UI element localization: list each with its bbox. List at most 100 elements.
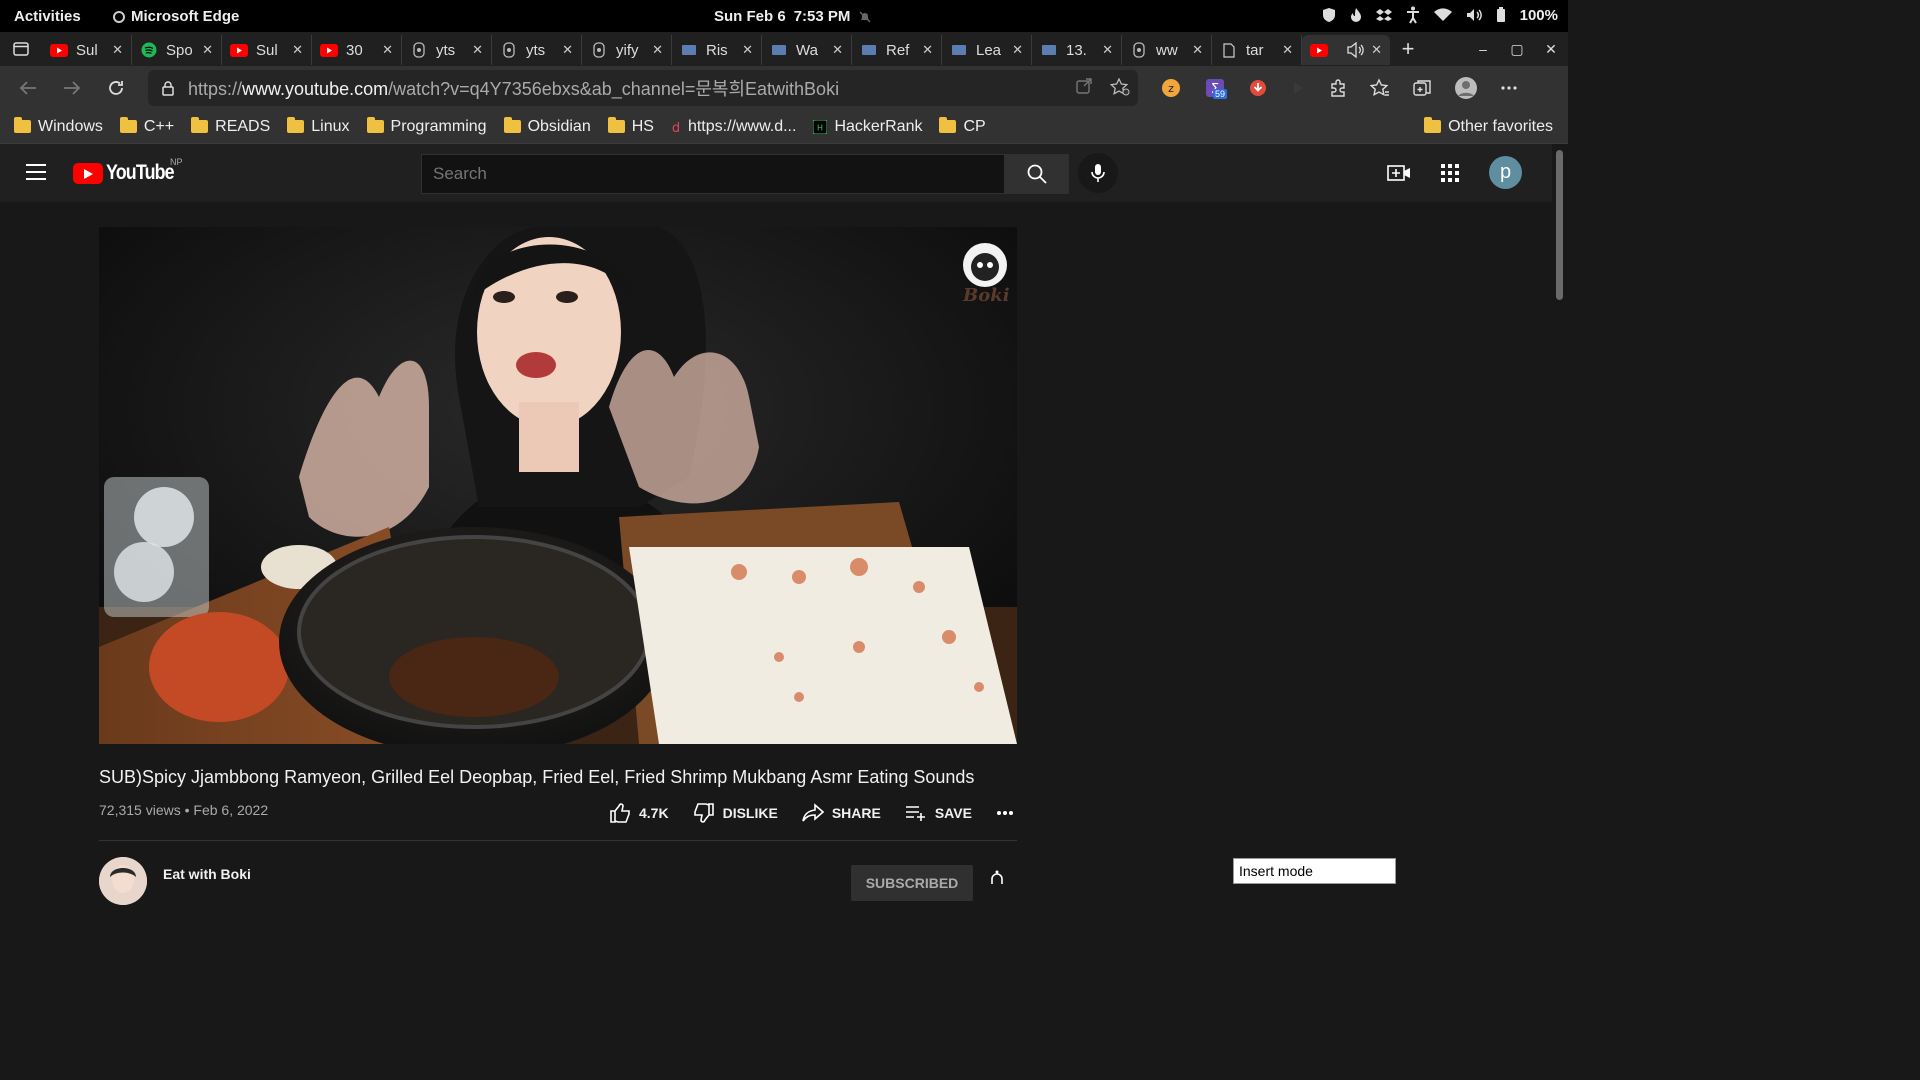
add-favorite-icon[interactable] <box>1110 78 1130 96</box>
browser-tab[interactable]: yify ✕ <box>582 35 672 65</box>
close-tab-icon[interactable]: ✕ <box>742 42 753 58</box>
close-tab-icon[interactable]: ✕ <box>1012 42 1023 58</box>
close-tab-icon[interactable]: ✕ <box>652 42 663 58</box>
tab-title: Wa <box>796 41 818 59</box>
address-bar[interactable]: https://www.youtube.com/watch?v=q4Y7356e… <box>148 70 1138 106</box>
browser-tab[interactable]: Wa ✕ <box>762 35 852 65</box>
browser-tab[interactable]: yts ✕ <box>402 35 492 65</box>
favorite-folder[interactable]: Linux <box>287 117 350 136</box>
new-tab-button[interactable]: + <box>1390 36 1426 62</box>
tab-actions-button[interactable] <box>0 32 42 66</box>
sigma-extension-button[interactable]: Σ 59 <box>1204 77 1228 99</box>
favorites-icon[interactable] <box>1370 78 1390 98</box>
site-icon <box>770 43 788 57</box>
media-extension-icon[interactable] <box>1290 80 1306 96</box>
favorite-link[interactable]: d https://www.d... <box>671 118 797 136</box>
close-tab-icon[interactable]: ✕ <box>922 42 933 58</box>
tab-title: Sul <box>256 41 278 59</box>
close-tab-icon[interactable]: ✕ <box>472 42 483 58</box>
channel-name[interactable]: Eat with Boki <box>163 866 251 882</box>
close-tab-icon[interactable]: ✕ <box>382 42 393 58</box>
extensions-icon[interactable] <box>1328 78 1348 98</box>
minimize-button[interactable]: – <box>1466 41 1500 57</box>
favorite-folder[interactable]: Programming <box>366 117 487 136</box>
app-name: Microsoft Edge <box>131 8 240 25</box>
url-path: /watch?v=q4Y7356ebxs&ab_channel=문복희Eatwi… <box>388 79 840 99</box>
create-video-icon[interactable] <box>1387 164 1411 182</box>
close-tab-icon[interactable]: ✕ <box>202 42 213 58</box>
channel-avatar[interactable] <box>99 857 147 905</box>
menu-button[interactable] <box>26 164 46 185</box>
browser-tab[interactable]: Sul ✕ <box>42 35 132 65</box>
video-player[interactable]: Boki <box>99 227 1017 744</box>
like-button[interactable]: 4.7K <box>609 802 669 824</box>
favorite-folder[interactable]: Windows <box>14 117 103 136</box>
collections-icon[interactable] <box>1412 78 1432 98</box>
scrollbar-thumb[interactable] <box>1556 150 1563 300</box>
hackerrank-icon: H <box>813 119 828 134</box>
browser-tab[interactable]: Ref ✕ <box>852 35 942 65</box>
youtube-logo[interactable]: YouTube NP <box>73 157 186 185</box>
share-button[interactable]: SHARE <box>802 803 881 823</box>
browser-tab[interactable]: 30 ✕ <box>312 35 402 65</box>
other-favorites-label: Other favorites <box>1448 117 1553 135</box>
system-tray[interactable]: 100% <box>1322 6 1558 24</box>
favorite-folder[interactable]: C++ <box>119 117 174 136</box>
open-in-app-icon[interactable] <box>1076 78 1092 94</box>
account-avatar[interactable]: p <box>1489 156 1522 189</box>
url-text[interactable]: https://www.youtube.com/watch?v=q4Y7356e… <box>188 75 839 101</box>
browser-tab[interactable]: tar ✕ <box>1212 35 1302 65</box>
tab-title: Lea <box>976 41 1002 59</box>
close-tab-icon[interactable]: ✕ <box>292 42 303 58</box>
close-tab-icon[interactable]: ✕ <box>1282 42 1293 58</box>
tab-audio-icon[interactable] <box>1347 42 1365 58</box>
subscribed-button[interactable]: SUBSCRIBED <box>851 865 973 901</box>
voice-search-button[interactable] <box>1078 153 1118 193</box>
more-options-icon[interactable] <box>1500 85 1518 91</box>
profile-icon[interactable] <box>1454 76 1478 100</box>
dislike-button[interactable]: DISLIKE <box>693 802 778 824</box>
clock[interactable]: Sun Feb 6 7:53 PM <box>714 8 872 25</box>
browser-tab[interactable]: Lea ✕ <box>942 35 1032 65</box>
close-tab-icon[interactable]: ✕ <box>1192 42 1203 58</box>
browser-tab[interactable]: ✕ <box>1302 35 1390 65</box>
battery-percent: 100% <box>1519 6 1558 24</box>
favorite-folder[interactable]: Obsidian <box>503 117 591 136</box>
favorite-link[interactable]: H HackerRank <box>813 118 922 136</box>
forward-button[interactable] <box>50 66 94 110</box>
browser-tab[interactable]: yts ✕ <box>492 35 582 65</box>
favorite-label: Programming <box>390 117 487 135</box>
refresh-button[interactable] <box>94 66 138 110</box>
video-actions: 4.7K DISLIKE SHARE SAVE <box>609 802 1038 824</box>
browser-tab[interactable]: ww ✕ <box>1122 35 1212 65</box>
close-window-button[interactable]: ✕ <box>1534 41 1568 58</box>
notification-bell-icon[interactable] <box>988 870 1006 884</box>
close-tab-icon[interactable]: ✕ <box>1371 42 1382 58</box>
app-menu[interactable]: Microsoft Edge <box>113 8 239 25</box>
close-tab-icon[interactable]: ✕ <box>1102 42 1113 58</box>
browser-tab[interactable]: Spo ✕ <box>132 35 222 65</box>
favorite-folder[interactable]: READS <box>191 117 271 136</box>
download-extension-icon[interactable] <box>1248 78 1268 98</box>
lock-icon[interactable] <box>162 80 174 96</box>
favorite-folder[interactable]: HS <box>607 117 654 136</box>
more-actions-button[interactable] <box>996 810 1014 816</box>
save-button[interactable]: SAVE <box>905 805 972 821</box>
honey-extension-icon[interactable]: z <box>1160 77 1182 99</box>
close-tab-icon[interactable]: ✕ <box>112 42 123 58</box>
search-button[interactable] <box>1005 154 1069 194</box>
search-input[interactable] <box>421 154 1005 194</box>
browser-tab[interactable]: Ris ✕ <box>672 35 762 65</box>
close-tab-icon[interactable]: ✕ <box>562 42 573 58</box>
back-button[interactable] <box>6 66 50 110</box>
browser-tab[interactable]: 13. ✕ <box>1032 35 1122 65</box>
favorite-folder[interactable]: CP <box>939 117 986 136</box>
favorite-label: READS <box>215 117 271 135</box>
close-tab-icon[interactable]: ✕ <box>832 42 843 58</box>
apps-grid-icon[interactable] <box>1441 163 1459 182</box>
other-favorites-folder[interactable]: Other favorites <box>1424 117 1553 136</box>
browser-tab[interactable]: Sul ✕ <box>222 35 312 65</box>
page-scrollbar[interactable] <box>1552 144 1568 882</box>
activities-button[interactable]: Activities <box>14 8 81 25</box>
maximize-button[interactable]: ▢ <box>1500 41 1534 58</box>
